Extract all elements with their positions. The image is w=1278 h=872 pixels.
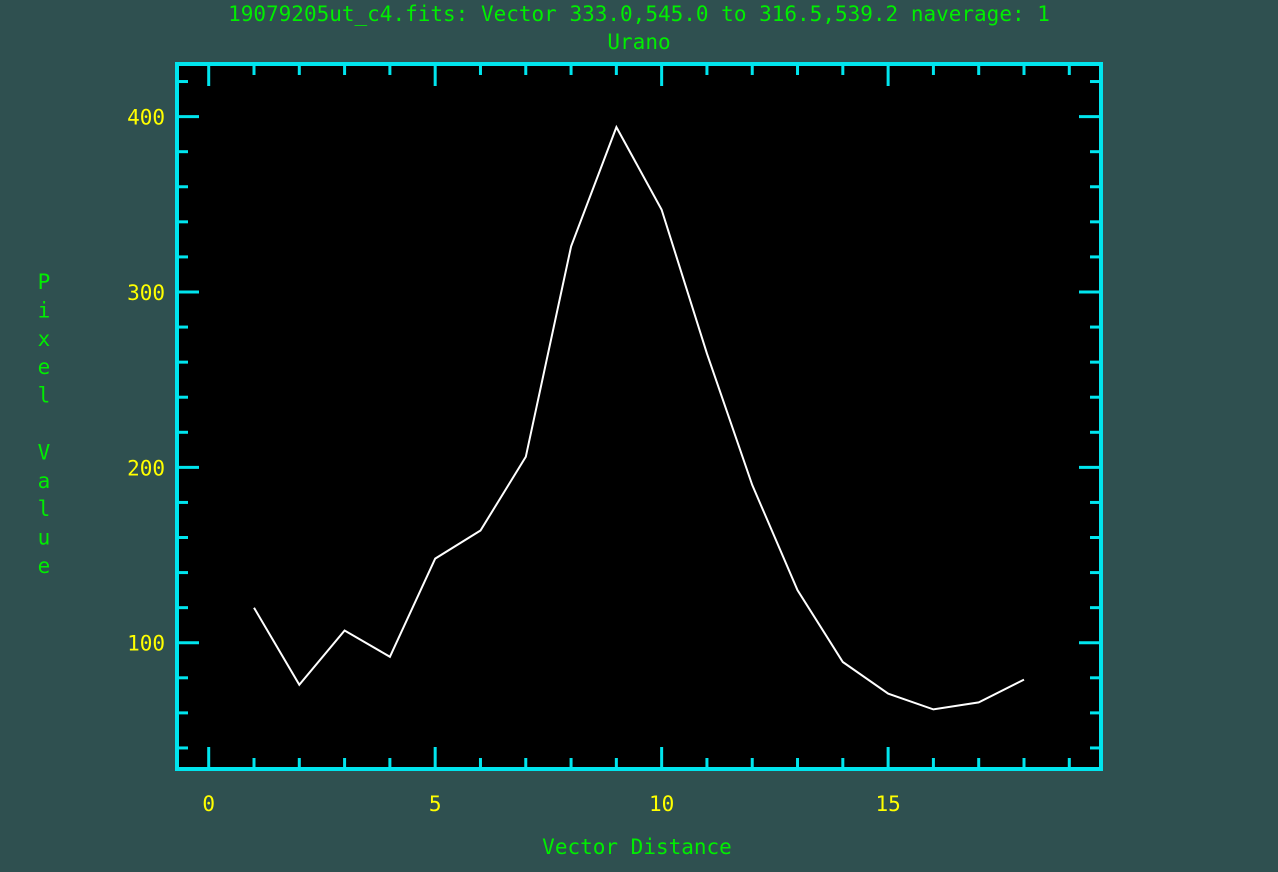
y-axis-label-char: a bbox=[38, 469, 51, 493]
y-axis-label-char: i bbox=[38, 298, 51, 322]
x-tick-label: 15 bbox=[875, 792, 900, 816]
y-axis-label-char: l bbox=[38, 497, 51, 521]
y-axis-label-char: e bbox=[38, 355, 51, 379]
y-axis-label-char: V bbox=[38, 440, 51, 464]
y-tick-label: 100 bbox=[127, 632, 165, 656]
y-axis-label-char: x bbox=[38, 327, 51, 351]
y-axis-label-char: u bbox=[38, 526, 51, 550]
y-axis-label-char: l bbox=[38, 384, 51, 408]
y-tick-label: 300 bbox=[127, 281, 165, 305]
x-axis-label: Vector Distance bbox=[542, 835, 732, 859]
chart-title: 19079205ut_c4.fits: Vector 333.0,545.0 t… bbox=[228, 2, 1050, 26]
chart-figure: 19079205ut_c4.fits: Vector 333.0,545.0 t… bbox=[0, 0, 1278, 872]
chart-subtitle: Urano bbox=[607, 30, 670, 54]
x-tick-label: 10 bbox=[649, 792, 674, 816]
y-tick-label: 200 bbox=[127, 456, 165, 480]
x-tick-label: 0 bbox=[202, 792, 215, 816]
y-axis-label-char: P bbox=[38, 270, 51, 294]
x-tick-label: 5 bbox=[429, 792, 442, 816]
y-axis-label-char: e bbox=[38, 554, 51, 578]
y-tick-label: 400 bbox=[127, 106, 165, 130]
